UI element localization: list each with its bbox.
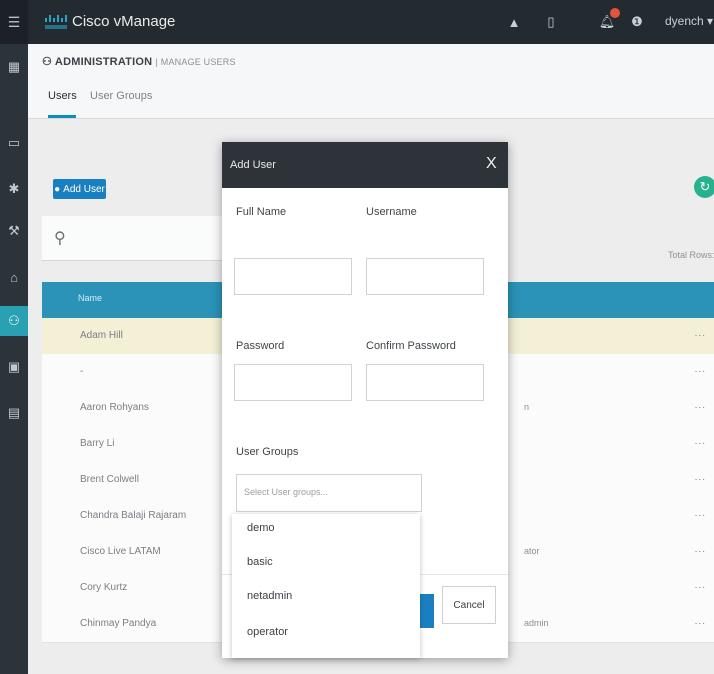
user-name-cell: Adam Hill [80,330,123,341]
user-name-cell: Brent Colwell [80,474,139,485]
active-tab-indicator [48,115,76,118]
username-field[interactable] [366,258,484,295]
search-icon: ⚲ [54,230,66,247]
add-user-button[interactable]: ● Add User [53,179,106,199]
top-navigation-bar: ☰ Cisco vManage ▲ ▯ 🔔︎ ❶ dyench ▾ [0,0,714,44]
help-icon[interactable]: ❶ [628,13,646,31]
hamburger-menu-icon[interactable]: ☰ [0,0,28,44]
user-name-cell: Barry Li [80,438,115,449]
user-group-cell: ator [524,546,540,556]
user-name-cell: - [80,366,84,377]
user-groups-placeholder: Select User groups... [244,487,329,497]
column-header-name[interactable]: Name [78,293,102,303]
left-sidebar: ▦ ▭ ✱ ⚒ ⌂ ⚇ ▣ ▤ [0,44,28,674]
dropdown-option-basic[interactable]: basic [247,556,273,568]
user-groups-select[interactable]: Select User groups... [236,474,422,512]
configuration-icon[interactable]: ✱ [0,174,28,204]
reports-icon[interactable]: ▤ [0,398,28,428]
row-more-icon[interactable]: ... [695,508,706,519]
total-rows-text: Total Rows: 43 [668,250,714,260]
breadcrumb: ⚇ ADMINISTRATION | MANAGE USERS [42,55,236,68]
administration-icon[interactable]: ⚇ [0,306,28,336]
password-label: Password [236,340,285,352]
dashboard-icon[interactable]: ▦ [0,52,28,82]
row-more-icon[interactable]: ... [695,616,706,627]
breadcrumb-page: MANAGE USERS [160,57,236,67]
app-title: Cisco vManage [72,13,176,30]
add-user-label: Add User [63,183,105,195]
tab-users[interactable]: Users [48,90,77,102]
row-more-icon[interactable]: ... [695,580,706,591]
row-more-icon[interactable]: ... [695,400,706,411]
password-field[interactable] [234,364,352,401]
tab-user-groups[interactable]: User Groups [90,90,152,102]
monitor-icon[interactable]: ▭ [0,128,28,158]
file-icon[interactable]: ▯ [542,13,560,31]
cloud-icon[interactable]: ▲ [505,13,523,31]
breadcrumb-section: ADMINISTRATION [54,56,153,68]
save-button[interactable] [420,594,434,628]
users-admin-icon: ⚇ [42,56,55,68]
row-more-icon[interactable]: ... [695,472,706,483]
breadcrumb-bar: ⚇ ADMINISTRATION | MANAGE USERS [28,44,714,79]
dropdown-option-operator[interactable]: operator [247,626,288,638]
maintenance-icon[interactable]: ⌂ [0,262,28,292]
confirm-password-field[interactable] [366,364,484,401]
row-more-icon[interactable]: ... [695,436,706,447]
close-icon[interactable]: X [486,155,497,173]
row-more-icon[interactable]: ... [695,364,706,375]
tab-bar: Users User Groups [28,78,714,119]
user-name-cell: Chandra Balaji Rajaram [80,510,187,521]
search-bar[interactable]: ⚲ [42,216,252,261]
dialog-title: Add User [230,159,276,171]
cancel-button[interactable]: Cancel [442,586,496,624]
user-group-cell: n [524,402,530,412]
user-group-cell: admin [524,618,549,628]
user-name-cell: Chinmay Pandya [80,618,157,629]
row-more-icon[interactable]: ... [695,544,706,555]
refresh-icon[interactable]: ↻ [694,176,714,198]
dialog-header: Add User X [222,142,508,188]
add-user-dialog: Add User X Full Name Username Password C… [222,142,508,658]
user-groups-label: User Groups [236,446,299,458]
tools-icon[interactable]: ⚒ [0,216,28,246]
user-menu[interactable]: dyench ▾ [665,14,713,28]
add-circle-icon: ● [54,183,61,195]
cisco-logo-icon [45,15,67,29]
alarm-badge [610,8,620,18]
user-name-cell: Cisco Live LATAM [80,546,161,557]
full-name-label: Full Name [236,206,287,218]
confirm-password-label: Confirm Password [366,340,456,352]
user-name-cell: Aaron Rohyans [80,402,149,413]
row-more-icon[interactable]: ... [695,328,706,339]
username-label: Username [366,206,417,218]
vanalytics-icon[interactable]: ▣ [0,352,28,382]
user-name-cell: Cory Kurtz [80,582,128,593]
full-name-field[interactable] [234,258,352,295]
user-groups-dropdown: demo basic netadmin operator [232,514,420,658]
dropdown-option-demo[interactable]: demo [247,522,275,534]
dropdown-option-netadmin[interactable]: netadmin [247,590,292,602]
